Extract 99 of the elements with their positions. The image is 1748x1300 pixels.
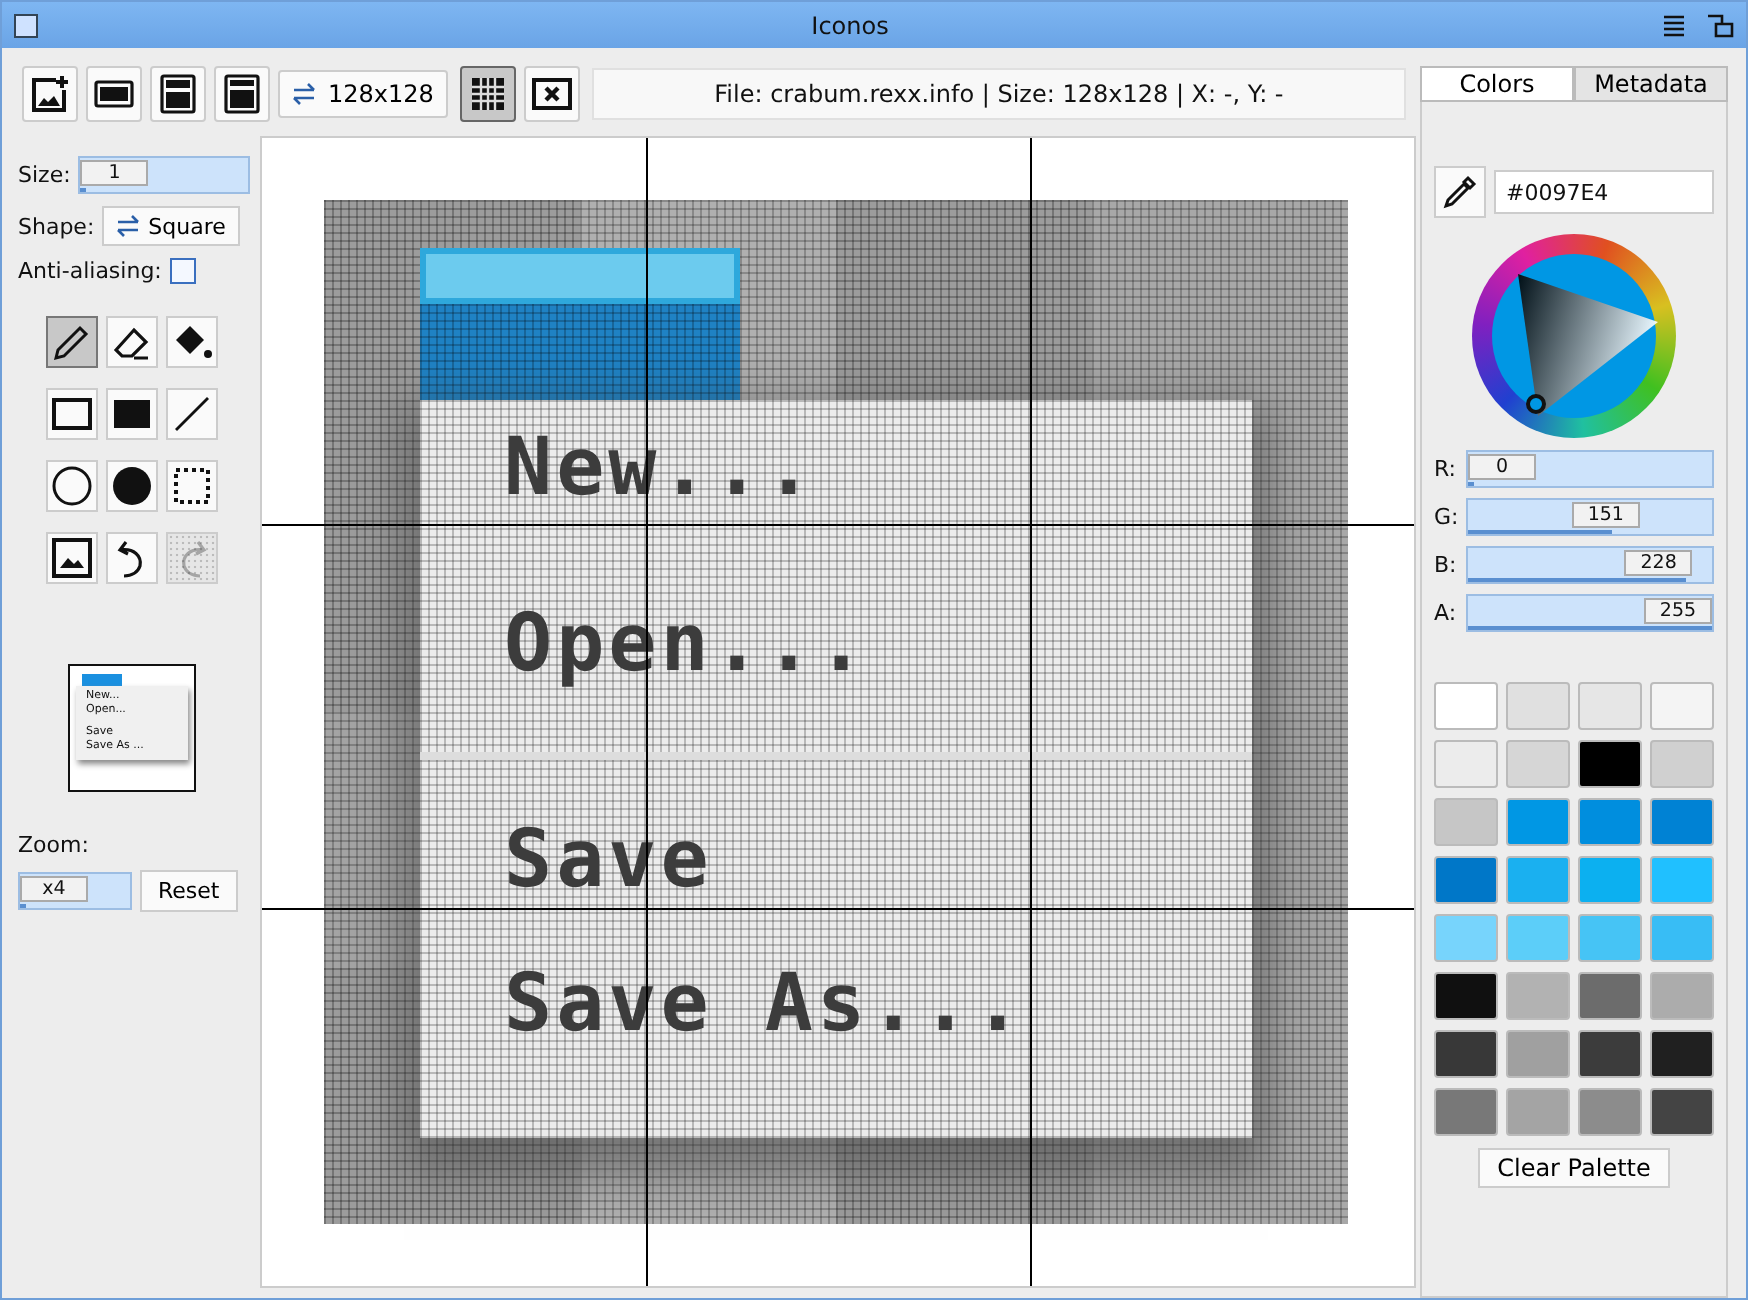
tool-button[interactable] [46, 460, 98, 512]
new-image-icon [30, 73, 70, 113]
palette-swatch[interactable] [1650, 798, 1714, 846]
palette-swatch[interactable] [1434, 1088, 1498, 1136]
channel-value[interactable]: 151 [1571, 502, 1640, 528]
anti-aliasing-checkbox[interactable] [169, 258, 196, 284]
palette-swatch[interactable] [1506, 1030, 1570, 1078]
palette-swatch[interactable] [1650, 682, 1714, 730]
palette-swatch[interactable] [1434, 1030, 1498, 1078]
channel-label: R: [1434, 456, 1459, 482]
preview-tab-shape [82, 674, 122, 686]
window-icon[interactable] [14, 13, 38, 37]
toolbar-button[interactable] [214, 65, 270, 121]
grid-icon [467, 73, 508, 113]
channel-label: A: [1434, 600, 1459, 626]
channel-value[interactable]: 255 [1644, 598, 1712, 624]
palette-swatch[interactable] [1650, 740, 1714, 788]
tool-button[interactable] [166, 388, 218, 440]
hex-color-field[interactable]: #0097E4 [1494, 170, 1714, 214]
image-icon [50, 536, 94, 580]
palette-swatch[interactable] [1578, 972, 1642, 1020]
size-slider[interactable]: 1 [78, 156, 250, 194]
close-icon [531, 73, 572, 113]
channel-slider[interactable]: 0 [1466, 450, 1714, 488]
panel-tab[interactable]: Metadata [1574, 66, 1728, 102]
color-picker-button[interactable] [1434, 166, 1486, 218]
tool-button[interactable] [166, 460, 218, 512]
reset-button[interactable]: Reset [140, 870, 238, 912]
swap-icon [116, 214, 141, 238]
palette-swatch[interactable] [1434, 798, 1498, 846]
line-icon [170, 392, 214, 436]
palette-swatch[interactable] [1434, 914, 1498, 962]
palette-swatch[interactable] [1434, 972, 1498, 1020]
palette-swatch[interactable] [1506, 1088, 1570, 1136]
eyedropper-icon [1442, 174, 1478, 210]
rectangle-icon [50, 392, 94, 436]
channel-slider[interactable]: 151 [1466, 498, 1714, 536]
panel-tab[interactable]: Colors [1420, 66, 1574, 102]
image-size-button[interactable]: 128x128 [278, 69, 448, 117]
palette-swatch[interactable] [1650, 1030, 1714, 1078]
tool-button[interactable] [106, 460, 158, 512]
tool-button[interactable] [106, 532, 158, 584]
palette-swatch[interactable] [1434, 856, 1498, 904]
palette-swatch[interactable] [1578, 798, 1642, 846]
tool-button[interactable] [106, 316, 158, 368]
palette-swatch[interactable] [1650, 972, 1714, 1020]
palette-swatch[interactable] [1434, 682, 1498, 730]
channel-slider[interactable]: 255 [1466, 594, 1714, 632]
palette-swatch[interactable] [1650, 914, 1714, 962]
grid-toggle-button[interactable] [459, 65, 516, 121]
zoom-label: Zoom: [18, 832, 91, 858]
icon-file-icon [222, 73, 262, 113]
tool-button[interactable] [166, 316, 218, 368]
channel-slider[interactable]: 228 [1466, 546, 1714, 584]
palette-swatch[interactable] [1578, 682, 1642, 730]
pencil-icon [50, 320, 94, 364]
status-text: File: crabum.rexx.info | Size: 128x128 | X: -, Y: - [591, 67, 1406, 119]
size-label: Size: [18, 162, 71, 188]
toolbar-button[interactable] [150, 65, 206, 121]
anti-aliasing-label: Anti-aliasing: [18, 258, 162, 284]
palette-swatch[interactable] [1506, 740, 1570, 788]
restore-icon[interactable] [1706, 13, 1734, 37]
tool-button[interactable] [46, 388, 98, 440]
circle-icon [50, 464, 94, 508]
close-image-button[interactable] [523, 65, 580, 121]
menu-icon[interactable] [1662, 13, 1686, 37]
tool-button[interactable] [46, 316, 98, 368]
toolbar-button[interactable] [22, 65, 78, 121]
palette-swatch[interactable] [1506, 682, 1570, 730]
palette-swatch[interactable] [1506, 914, 1570, 962]
channel-value[interactable]: 228 [1624, 550, 1693, 576]
palette-swatch[interactable] [1578, 1030, 1642, 1078]
shape-label: Shape: [18, 213, 95, 239]
palette-swatch[interactable] [1578, 914, 1642, 962]
channel-label: G: [1434, 504, 1461, 530]
toolbar-button[interactable] [86, 65, 142, 121]
window-title: Iconos [809, 11, 891, 39]
palette-swatch[interactable] [1434, 740, 1498, 788]
png-file-icon [158, 73, 198, 113]
swap-icon [292, 81, 316, 105]
tool-button[interactable] [106, 388, 158, 440]
palette-swatch[interactable] [1506, 972, 1570, 1020]
tool-button[interactable] [46, 532, 98, 584]
palette-swatch[interactable] [1506, 798, 1570, 846]
shape-button[interactable]: Square [102, 206, 240, 246]
filled-circle-icon [110, 464, 154, 508]
zoom-slider[interactable]: x4 [18, 872, 132, 910]
zoom-value[interactable]: x4 [20, 876, 88, 902]
palette-swatch[interactable] [1650, 1088, 1714, 1136]
palette-swatch[interactable] [1578, 856, 1642, 904]
channel-label: B: [1434, 552, 1459, 578]
selection-icon [170, 464, 214, 508]
palette-swatch[interactable] [1650, 856, 1714, 904]
palette-swatch[interactable] [1506, 856, 1570, 904]
channel-value[interactable]: 0 [1468, 454, 1536, 480]
clear-palette-button[interactable]: Clear Palette [1477, 1148, 1671, 1188]
palette-swatch[interactable] [1578, 1088, 1642, 1136]
size-value[interactable]: 1 [80, 160, 149, 186]
palette-swatch[interactable] [1578, 740, 1642, 788]
